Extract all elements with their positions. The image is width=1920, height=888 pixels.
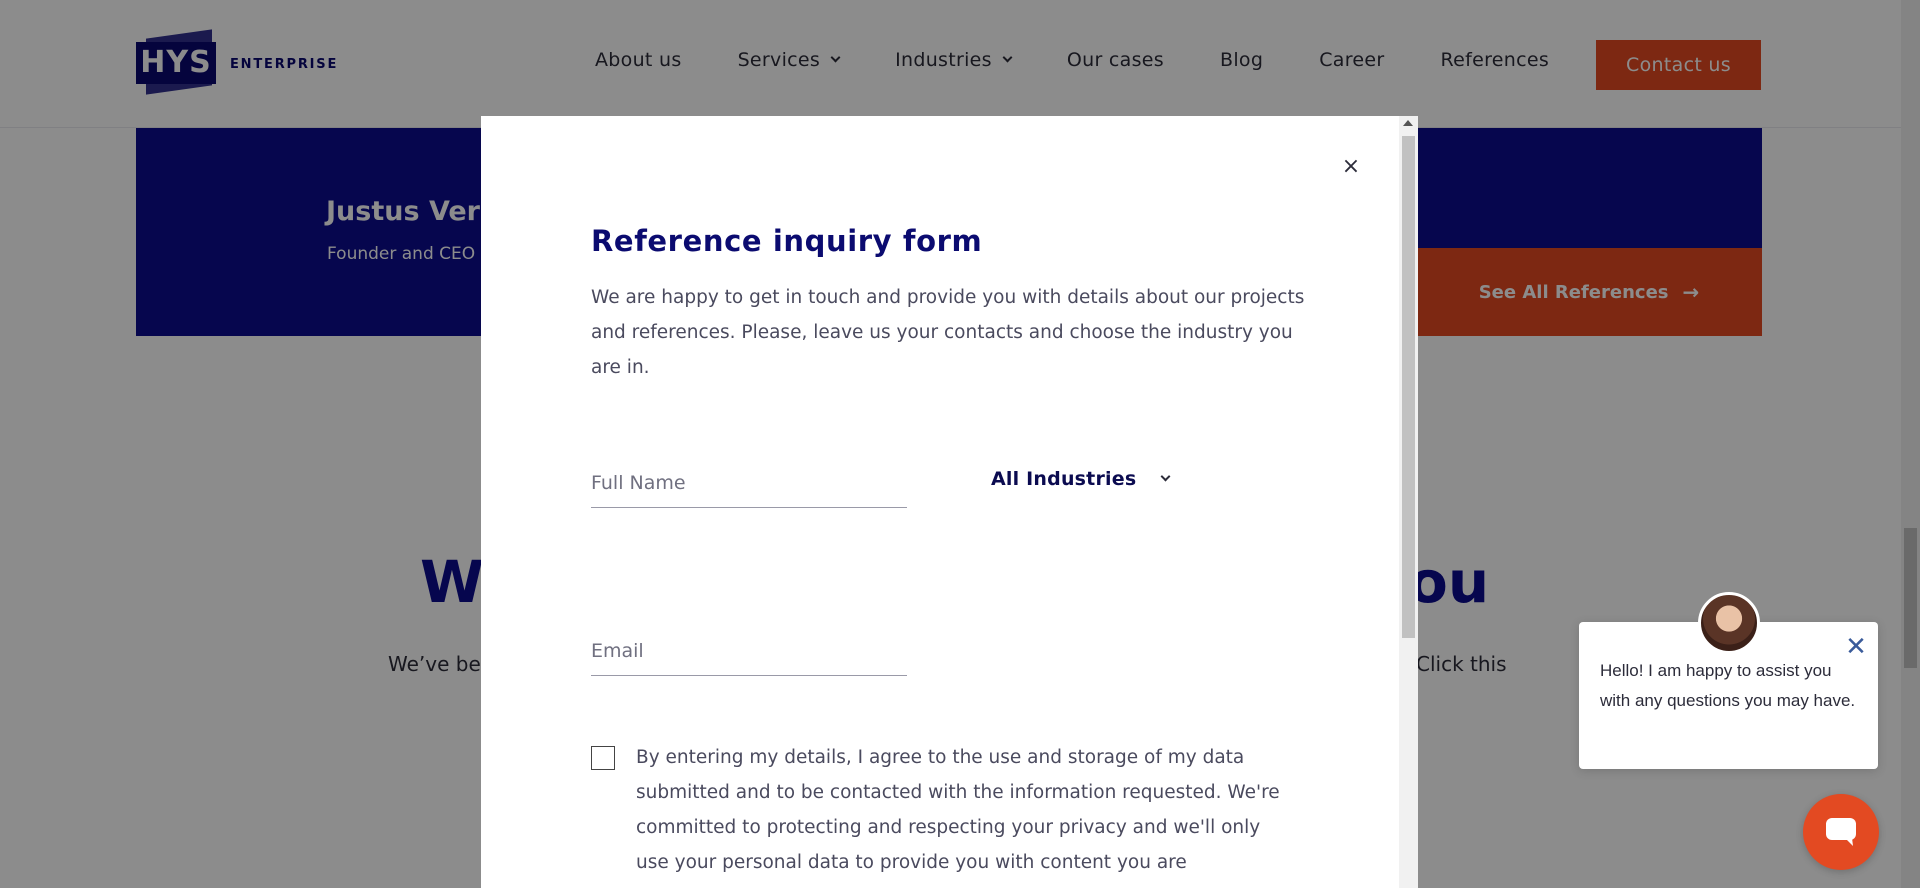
close-icon[interactable]: × (1336, 152, 1366, 182)
industry-selected-value: All Industries (991, 468, 1137, 490)
modal-scrollbar[interactable] (1399, 116, 1418, 888)
industry-select[interactable]: All Industries (991, 468, 1171, 490)
email-input[interactable] (591, 626, 907, 662)
full-name-input[interactable] (591, 458, 907, 494)
modal-title: Reference inquiry form (591, 224, 983, 258)
chat-close-icon[interactable]: ✕ (1844, 634, 1868, 660)
chat-greeting-text: Hello! I am happy to assist you with any… (1600, 661, 1856, 710)
chat-bubble-icon (1826, 818, 1856, 846)
chat-launcher-button[interactable] (1803, 794, 1879, 870)
reference-inquiry-modal: × Reference inquiry form We are happy to… (481, 116, 1418, 888)
modal-description: We are happy to get in touch and provide… (591, 287, 1305, 378)
full-name-field (591, 458, 907, 508)
scroll-up-arrow-icon[interactable] (1403, 120, 1413, 126)
modal-scrollbar-thumb[interactable] (1402, 136, 1415, 638)
consent-text: By entering my details, I agree to the u… (636, 747, 1280, 873)
chat-agent-avatar (1698, 592, 1760, 654)
email-field (591, 626, 907, 676)
chevron-down-icon (1160, 471, 1171, 482)
consent-checkbox[interactable] (591, 746, 615, 770)
